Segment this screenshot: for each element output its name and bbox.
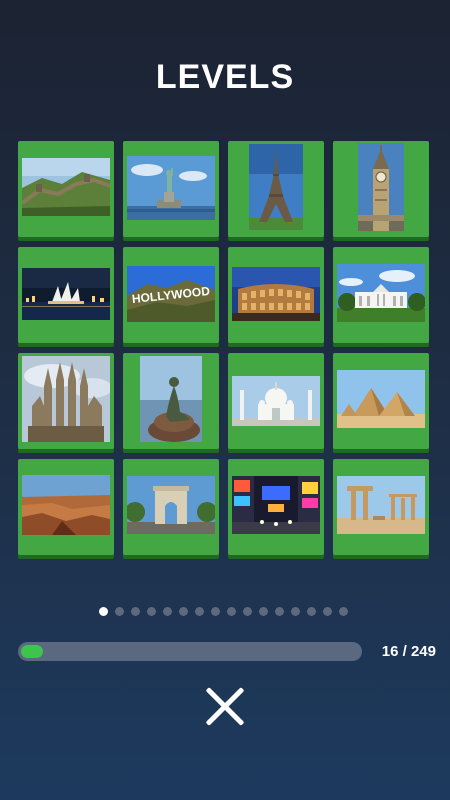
page-dot[interactable] (211, 607, 220, 616)
sydney-opera-house-image (22, 268, 110, 320)
close-icon[interactable] (204, 686, 246, 728)
page-dot[interactable] (115, 607, 124, 616)
level-tile-sydney-opera-house[interactable] (18, 247, 114, 343)
pyramids-image (337, 370, 425, 428)
page-dot-active[interactable] (99, 607, 108, 616)
little-mermaid-image (140, 356, 202, 442)
level-tile-taj-mahal[interactable] (228, 353, 324, 449)
page-dot[interactable] (227, 607, 236, 616)
page-dot[interactable] (243, 607, 252, 616)
white-house-image (337, 264, 425, 322)
statue-of-liberty-image (127, 156, 215, 220)
level-tile-great-wall[interactable] (18, 141, 114, 237)
level-tile-times-square[interactable] (228, 459, 324, 555)
page-dot[interactable] (163, 607, 172, 616)
levels-grid: HOLLYWOOD (18, 141, 429, 555)
level-tile-sagrada-familia[interactable] (18, 353, 114, 449)
arc-de-triomphe-image (127, 476, 215, 534)
page-dot[interactable] (275, 607, 284, 616)
times-square-image (232, 476, 320, 534)
palmyra-ruins-image (337, 476, 425, 534)
great-wall-image (22, 158, 110, 216)
level-tile-white-house[interactable] (333, 247, 429, 343)
level-tile-little-mermaid[interactable] (123, 353, 219, 449)
page-title: LEVELS (155, 58, 295, 96)
page-dot[interactable] (259, 607, 268, 616)
hollywood-sign-image: HOLLYWOOD (127, 266, 215, 322)
level-tile-pyramids[interactable] (333, 353, 429, 449)
level-tile-arc-de-triomphe[interactable] (123, 459, 219, 555)
sagrada-familia-image (22, 356, 110, 442)
eiffel-tower-image (249, 144, 303, 230)
progress-label: 16 / 249 (381, 643, 436, 660)
progress-bar (18, 642, 362, 661)
level-tile-hollywood-sign[interactable]: HOLLYWOOD (123, 247, 219, 343)
grand-canyon-image (22, 475, 110, 535)
level-tile-colosseum[interactable] (228, 247, 324, 343)
page-indicator (99, 607, 348, 616)
level-tile-palmyra-ruins[interactable] (333, 459, 429, 555)
level-tile-grand-canyon[interactable] (18, 459, 114, 555)
big-ben-image (358, 143, 404, 231)
page-dot[interactable] (323, 607, 332, 616)
level-tile-big-ben[interactable] (333, 141, 429, 237)
page-dot[interactable] (195, 607, 204, 616)
page-dot[interactable] (131, 607, 140, 616)
progress-bar-fill (21, 645, 43, 658)
level-tile-eiffel-tower[interactable] (228, 141, 324, 237)
page-dot[interactable] (291, 607, 300, 616)
colosseum-image (232, 267, 320, 321)
page-dot[interactable] (179, 607, 188, 616)
page-dot[interactable] (307, 607, 316, 616)
page-dot[interactable] (339, 607, 348, 616)
level-tile-statue-of-liberty[interactable] (123, 141, 219, 237)
page-dot[interactable] (147, 607, 156, 616)
taj-mahal-image (232, 376, 320, 426)
